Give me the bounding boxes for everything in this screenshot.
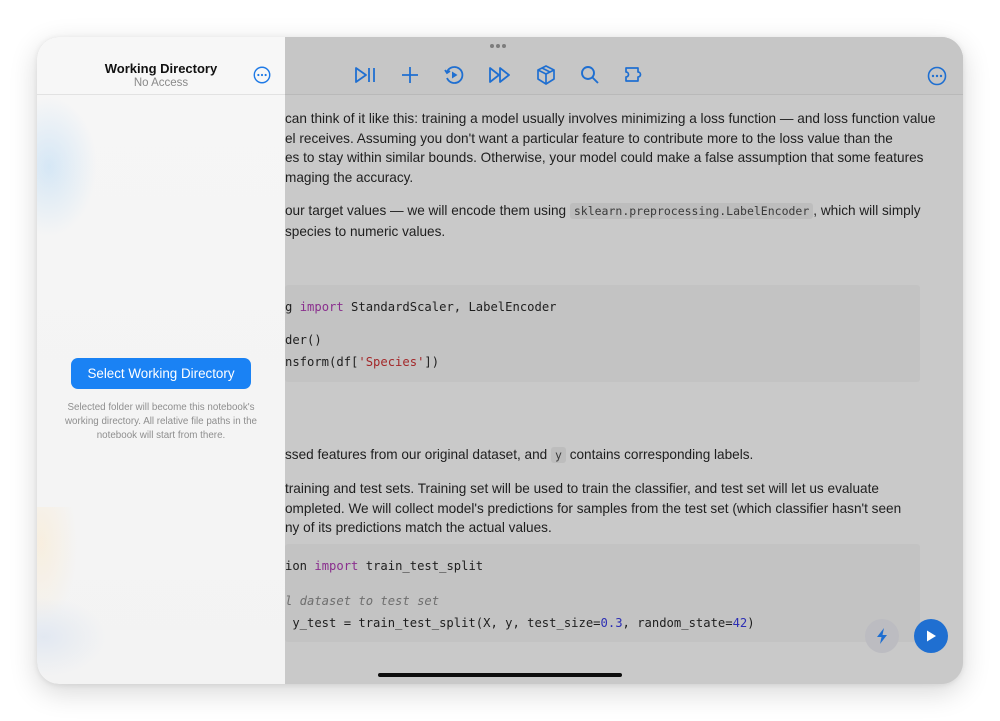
code-cell[interactable]: g import StandardScaler, LabelEncoder de… [285, 285, 920, 382]
text: ssed features from our original dataset,… [285, 447, 551, 462]
text-line: training and test sets. Training set wil… [285, 481, 879, 496]
text-line: ompleted. We will collect model's predic… [285, 500, 902, 516]
code-line: y_test = train_test_split(X, y, test_siz… [285, 616, 755, 630]
run-cell-button[interactable] [914, 619, 948, 653]
working-directory-panel: Working Directory No Access Select Worki… [37, 37, 285, 684]
blurred-background [37, 597, 107, 677]
code-comment: l dataset to test set [285, 594, 440, 608]
inline-code: sklearn.preprocessing.LabelEncoder [569, 203, 814, 219]
code-line: nsform(df['Species']) [285, 355, 439, 369]
home-indicator[interactable] [378, 673, 622, 677]
text-line: ssed features from our original dataset,… [285, 445, 925, 466]
code: nsform(df[ [285, 355, 359, 369]
quick-actions-button[interactable] [865, 619, 899, 653]
markdown-cell: can think of it like this: training a mo… [285, 109, 936, 188]
keyword: import [314, 559, 359, 573]
code-line: ion import train_test_split [285, 559, 483, 573]
code: StandardScaler, LabelEncoder [343, 300, 557, 314]
string: 'Species' [358, 355, 425, 369]
panel-title: Working Directory [104, 61, 218, 76]
text-line: ny of its predictions match the actual v… [285, 520, 552, 536]
code-cell[interactable]: ion import train_test_split l dataset to… [285, 544, 920, 642]
keyword: import [299, 300, 344, 314]
markdown-cell: ssed features from our original dataset,… [285, 445, 925, 466]
panel-subtitle: No Access [133, 77, 189, 89]
markdown-cell: our target values — we will encode them … [285, 201, 925, 241]
code: ) [747, 616, 755, 630]
code: , random_state= [622, 616, 733, 630]
more-icon[interactable] [924, 64, 950, 88]
text: contains corresponding labels. [565, 447, 754, 462]
text-line: es to stay within similar bounds. Otherw… [285, 150, 924, 166]
markdown-cell: training and test sets. Training set wil… [285, 479, 925, 538]
code-line: der() [285, 333, 322, 347]
inline-code: y [550, 447, 566, 463]
number: 0.3 [600, 616, 623, 630]
add-cell-icon[interactable] [397, 63, 423, 87]
panel-header: Working Directory No Access [37, 37, 285, 95]
code-line: g import StandardScaler, LabelEncoder [285, 300, 557, 314]
bolt-icon [877, 628, 887, 644]
text-line: maging the accuracy. [285, 170, 414, 186]
ipad-window: can think of it like this: training a mo… [37, 37, 963, 684]
run-all-icon[interactable] [487, 63, 513, 87]
select-working-directory-button[interactable]: Select Working Directory [71, 358, 251, 389]
code: train_test_split [358, 559, 484, 573]
packages-icon[interactable] [533, 63, 559, 87]
blurred-background [37, 97, 97, 237]
text-line: our target values — we will encode them … [285, 201, 925, 222]
help-text: Selected folder will become this noteboo… [64, 402, 258, 441]
multitasking-grabber[interactable] [490, 44, 506, 48]
text-line: can think of it like this: training a mo… [285, 111, 936, 126]
panel-more-icon[interactable] [252, 65, 272, 85]
number: 42 [732, 616, 748, 630]
code: ion [285, 559, 315, 573]
code: y_test = train_test_split(X, y, test_siz… [285, 616, 601, 630]
notebook-content: can think of it like this: training a mo… [285, 94, 963, 684]
play-icon [927, 630, 936, 642]
extensions-icon[interactable] [622, 63, 648, 87]
code: g [285, 300, 300, 314]
text-line: species to numeric values. [285, 223, 446, 239]
code: ]) [424, 355, 440, 369]
text: our target values — we will encode them … [285, 203, 570, 218]
search-icon[interactable] [577, 63, 603, 87]
restart-run-icon[interactable] [441, 63, 467, 87]
text-line: el receives. Assuming you don't want a p… [285, 130, 893, 146]
text: , which will simply [813, 203, 921, 218]
run-pause-icon[interactable] [352, 63, 378, 87]
